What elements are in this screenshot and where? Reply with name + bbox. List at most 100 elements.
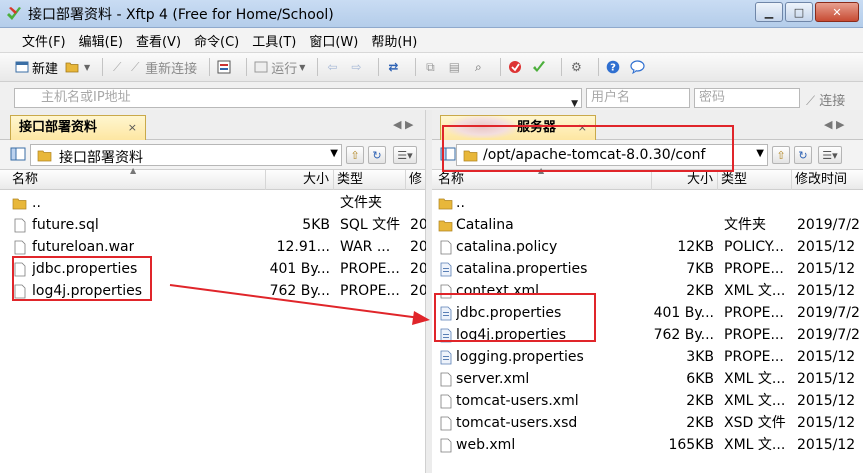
help-button[interactable]: ?: [605, 59, 623, 75]
view-mode-button[interactable]: ☰▾: [818, 146, 842, 164]
file-type: PROPE...: [724, 349, 784, 365]
annotation-box-local-files: [12, 256, 152, 301]
chevron-down-icon[interactable]: ▼: [571, 95, 578, 107]
xshell-button[interactable]: [507, 59, 525, 75]
chat-button[interactable]: [629, 59, 647, 75]
table-row[interactable]: server.xml 6KB XML 文... 2015/12: [432, 368, 863, 390]
file-type: SQL 文件: [340, 217, 401, 233]
menu-bar: 文件(F) 编辑(E) 查看(V) 命令(C) 工具(T) 窗口(W) 帮助(H…: [0, 28, 863, 52]
file-type: PROPE...: [340, 283, 400, 299]
file-modified: 2019/7/2: [797, 327, 860, 343]
new-button[interactable]: 新建: [14, 58, 58, 77]
run-button[interactable]: 运行 ▼: [253, 58, 305, 77]
refresh-icon: ↻: [372, 148, 382, 162]
file-modified: 20: [410, 239, 426, 255]
col-modified[interactable]: 修改时间: [792, 170, 863, 190]
table-row[interactable]: futureloan.war 12.91... WAR ... 20: [0, 236, 426, 258]
table-row[interactable]: tomcat-users.xsd 2KB XSD 文件 2015/12: [432, 412, 863, 434]
table-row[interactable]: .. 文件夹: [0, 192, 425, 214]
refresh-button[interactable]: ↻: [368, 146, 386, 164]
parent-folder-button[interactable]: ⇧: [346, 146, 364, 164]
reconnect-icon: ⟋: [130, 59, 140, 74]
tab-scroll-arrows[interactable]: ◀ ▶: [393, 118, 413, 131]
chevron-down-icon[interactable]: ▼: [330, 148, 338, 159]
tab-local[interactable]: 接口部署资料 ×: [10, 115, 146, 140]
password-input[interactable]: 密码: [694, 88, 800, 108]
file-type: XML 文...: [724, 371, 786, 387]
minimize-button[interactable]: ▁: [755, 2, 783, 22]
new-button-label: 新建: [32, 61, 59, 77]
username-input[interactable]: 用户名: [586, 88, 690, 108]
file-modified: 2015/12: [797, 239, 856, 255]
folder-icon: [12, 198, 27, 210]
col-modified[interactable]: 修: [406, 170, 426, 190]
table-row[interactable]: catalina.policy 12KB POLICY... 2015/12: [432, 236, 863, 258]
refresh-button[interactable]: ↻: [794, 146, 812, 164]
table-row[interactable]: tomcat-users.xml 2KB XML 文... 2015/12: [432, 390, 863, 412]
close-icon[interactable]: ×: [128, 116, 137, 139]
col-size[interactable]: 大小: [652, 170, 718, 190]
xftp-button[interactable]: [531, 59, 549, 75]
toolbar-divider: [500, 58, 502, 76]
file-name: web.xml: [456, 437, 516, 453]
username-placeholder: 用户名: [591, 90, 631, 105]
sync-icon: ⇄: [388, 60, 399, 74]
col-type[interactable]: 类型: [334, 170, 406, 190]
chevron-down-icon: ▼: [84, 62, 91, 72]
pane-view-icon[interactable]: [10, 147, 26, 161]
parent-folder-button[interactable]: ⇧: [772, 146, 790, 164]
chevron-down-icon[interactable]: ▼: [756, 148, 764, 159]
table-row[interactable]: ..: [432, 192, 863, 214]
menu-command[interactable]: 命令(C): [194, 31, 239, 50]
close-button[interactable]: ✕: [815, 2, 859, 22]
paste-button[interactable]: ▤: [446, 59, 464, 75]
menu-edit[interactable]: 编辑(E): [79, 31, 123, 50]
properties-button[interactable]: [216, 59, 234, 75]
refresh-icon: ↻: [798, 148, 808, 162]
open-folder-icon: [64, 59, 80, 75]
run-icon: [253, 59, 269, 75]
menu-file[interactable]: 文件(F): [22, 31, 66, 50]
file-name: catalina.properties: [456, 261, 588, 277]
back-button[interactable]: ⇦: [324, 59, 342, 75]
col-size[interactable]: 大小: [266, 170, 334, 190]
toolbar-divider: [415, 58, 417, 76]
host-input[interactable]: 主机名或IP地址 ▼: [14, 88, 582, 108]
tab-scroll-arrows[interactable]: ◀ ▶: [824, 118, 844, 131]
maximize-button[interactable]: □: [785, 2, 813, 22]
forward-button[interactable]: ⇨: [348, 59, 366, 75]
local-path-combo[interactable]: 接口部署资料 ▼: [30, 144, 342, 166]
connect-button[interactable]: ⟋ 连接: [806, 90, 845, 109]
file-icon: [14, 218, 26, 233]
table-row[interactable]: future.sql 5KB SQL 文件 20: [0, 214, 426, 236]
menu-window[interactable]: 窗口(W): [309, 31, 358, 50]
menu-view[interactable]: 查看(V): [136, 31, 181, 50]
toolbar-divider: [598, 58, 600, 76]
table-row[interactable]: Catalina 文件夹 2019/7/2: [432, 214, 863, 236]
reconnect-button[interactable]: ⟋ ⟋ 重新连接: [109, 58, 197, 77]
col-type[interactable]: 类型: [718, 170, 792, 190]
copy-button[interactable]: ⧉: [422, 59, 440, 75]
window-title: 接口部署资料 - Xftp 4 (Free for Home/School): [28, 6, 334, 23]
file-modified: 2015/12: [797, 437, 856, 453]
file-type: POLICY...: [724, 239, 784, 255]
find-button[interactable]: ⌕: [470, 59, 488, 75]
file-type: XML 文...: [724, 283, 786, 299]
view-mode-button[interactable]: ☰▾: [393, 146, 417, 164]
table-row[interactable]: logging.properties 3KB PROPE... 2015/12: [432, 346, 863, 368]
menu-tools[interactable]: 工具(T): [252, 31, 296, 50]
menu-help[interactable]: 帮助(H): [371, 31, 417, 50]
table-row[interactable]: catalina.properties 7KB PROPE... 2015/12: [432, 258, 863, 280]
settings-button[interactable]: ⚙: [568, 59, 586, 75]
properties-file-icon: [440, 262, 452, 277]
file-type: PROPE...: [724, 327, 784, 343]
file-type: 文件夹: [340, 195, 382, 211]
file-icon: [440, 394, 452, 409]
file-name: Catalina: [456, 217, 514, 233]
address-bar: 主机名或IP地址 ▼ 用户名 密码 ⟋ 连接: [0, 82, 863, 110]
file-size: 2KB: [686, 415, 714, 431]
open-folder-button[interactable]: ▼: [64, 59, 90, 75]
sync-button[interactable]: ⇄: [385, 59, 403, 75]
table-row[interactable]: web.xml 165KB XML 文... 2015/12: [432, 434, 863, 456]
file-name: tomcat-users.xml: [456, 393, 579, 409]
